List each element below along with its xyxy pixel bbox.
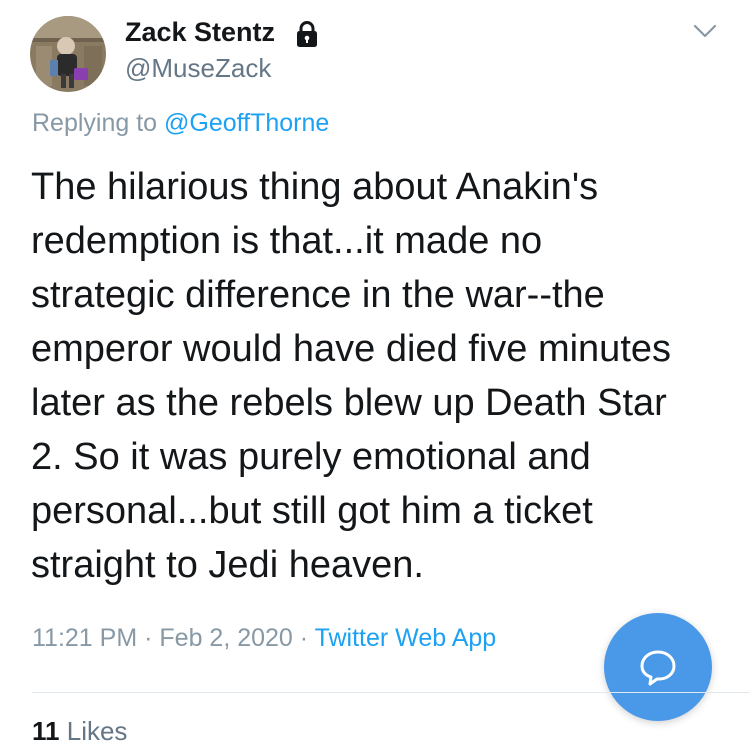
tweet-text-line: later as the rebels blew up Death Star bbox=[31, 382, 667, 424]
display-name[interactable]: Zack Stentz bbox=[125, 14, 275, 50]
avatar[interactable] bbox=[30, 16, 106, 92]
reply-context-label: Replying to bbox=[32, 109, 158, 137]
lock-icon bbox=[297, 21, 317, 47]
tweet-text-line: emperor would have died five minutes bbox=[31, 328, 672, 370]
chevron-down-icon[interactable] bbox=[688, 14, 722, 48]
tweet-time[interactable]: 11:21 PM bbox=[32, 624, 137, 652]
tweet-meta: 11:21 PM · Feb 2, 2020 · Twitter Web App bbox=[32, 620, 496, 656]
tweet-text-line: The hilarious thing about Anakin's bbox=[31, 166, 599, 208]
likes-label: Likes bbox=[66, 716, 128, 746]
reply-context: Replying to @GeoffThorne bbox=[32, 106, 329, 140]
tweet-date[interactable]: Feb 2, 2020 bbox=[159, 624, 292, 652]
tweet-text-line: straight to Jedi heaven. bbox=[31, 544, 424, 586]
meta-separator: · bbox=[299, 624, 309, 652]
tweet-text: The hilarious thing about Anakin's redem… bbox=[31, 160, 731, 592]
tweet-text-line: 2. So it was purely emotional and bbox=[31, 436, 591, 478]
reply-button[interactable] bbox=[604, 613, 712, 721]
avatar-image bbox=[30, 16, 106, 92]
divider bbox=[32, 692, 750, 693]
reply-mention-link[interactable]: @GeoffThorne bbox=[164, 109, 329, 137]
likes-count: 11 bbox=[32, 716, 60, 746]
meta-separator: · bbox=[144, 624, 153, 652]
tweet-text-line: redemption is that...it made no bbox=[31, 220, 543, 262]
tweet-detail: Zack Stentz @MuseZack Replying to @Geoff… bbox=[0, 0, 750, 750]
likes-stat[interactable]: 11 Likes bbox=[32, 713, 127, 749]
tweet-source-link[interactable]: Twitter Web App bbox=[315, 624, 497, 652]
tweet-text-line: strategic difference in the war--the bbox=[31, 274, 605, 316]
reply-bubble-icon bbox=[640, 650, 676, 686]
user-handle[interactable]: @MuseZack bbox=[125, 51, 271, 85]
tweet-text-line: personal...but still got him a ticket bbox=[31, 490, 593, 532]
